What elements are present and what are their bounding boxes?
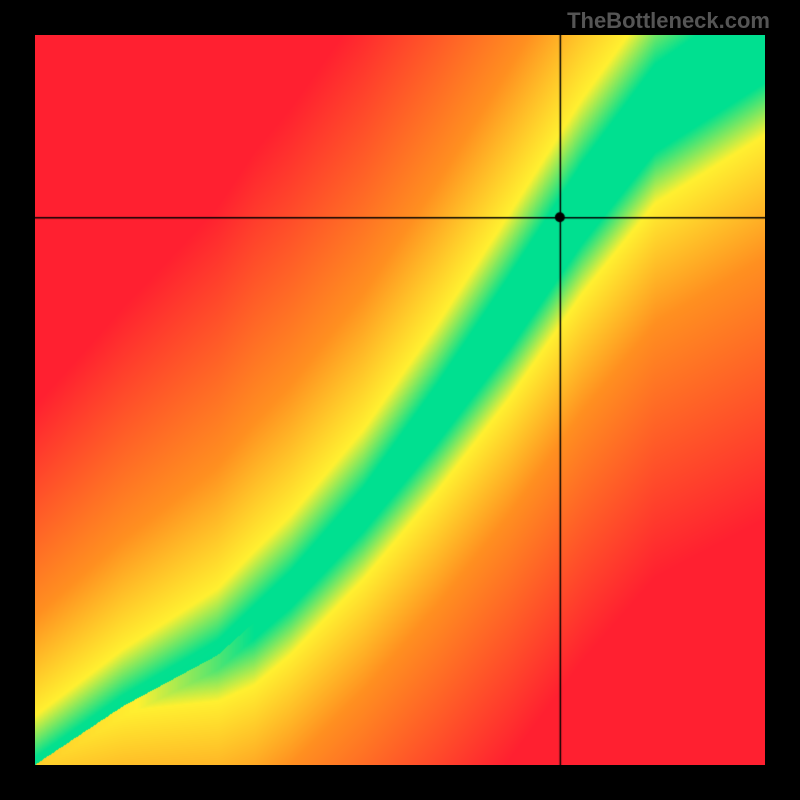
attribution-label: TheBottleneck.com (567, 8, 770, 34)
bottleneck-heatmap (35, 35, 765, 765)
